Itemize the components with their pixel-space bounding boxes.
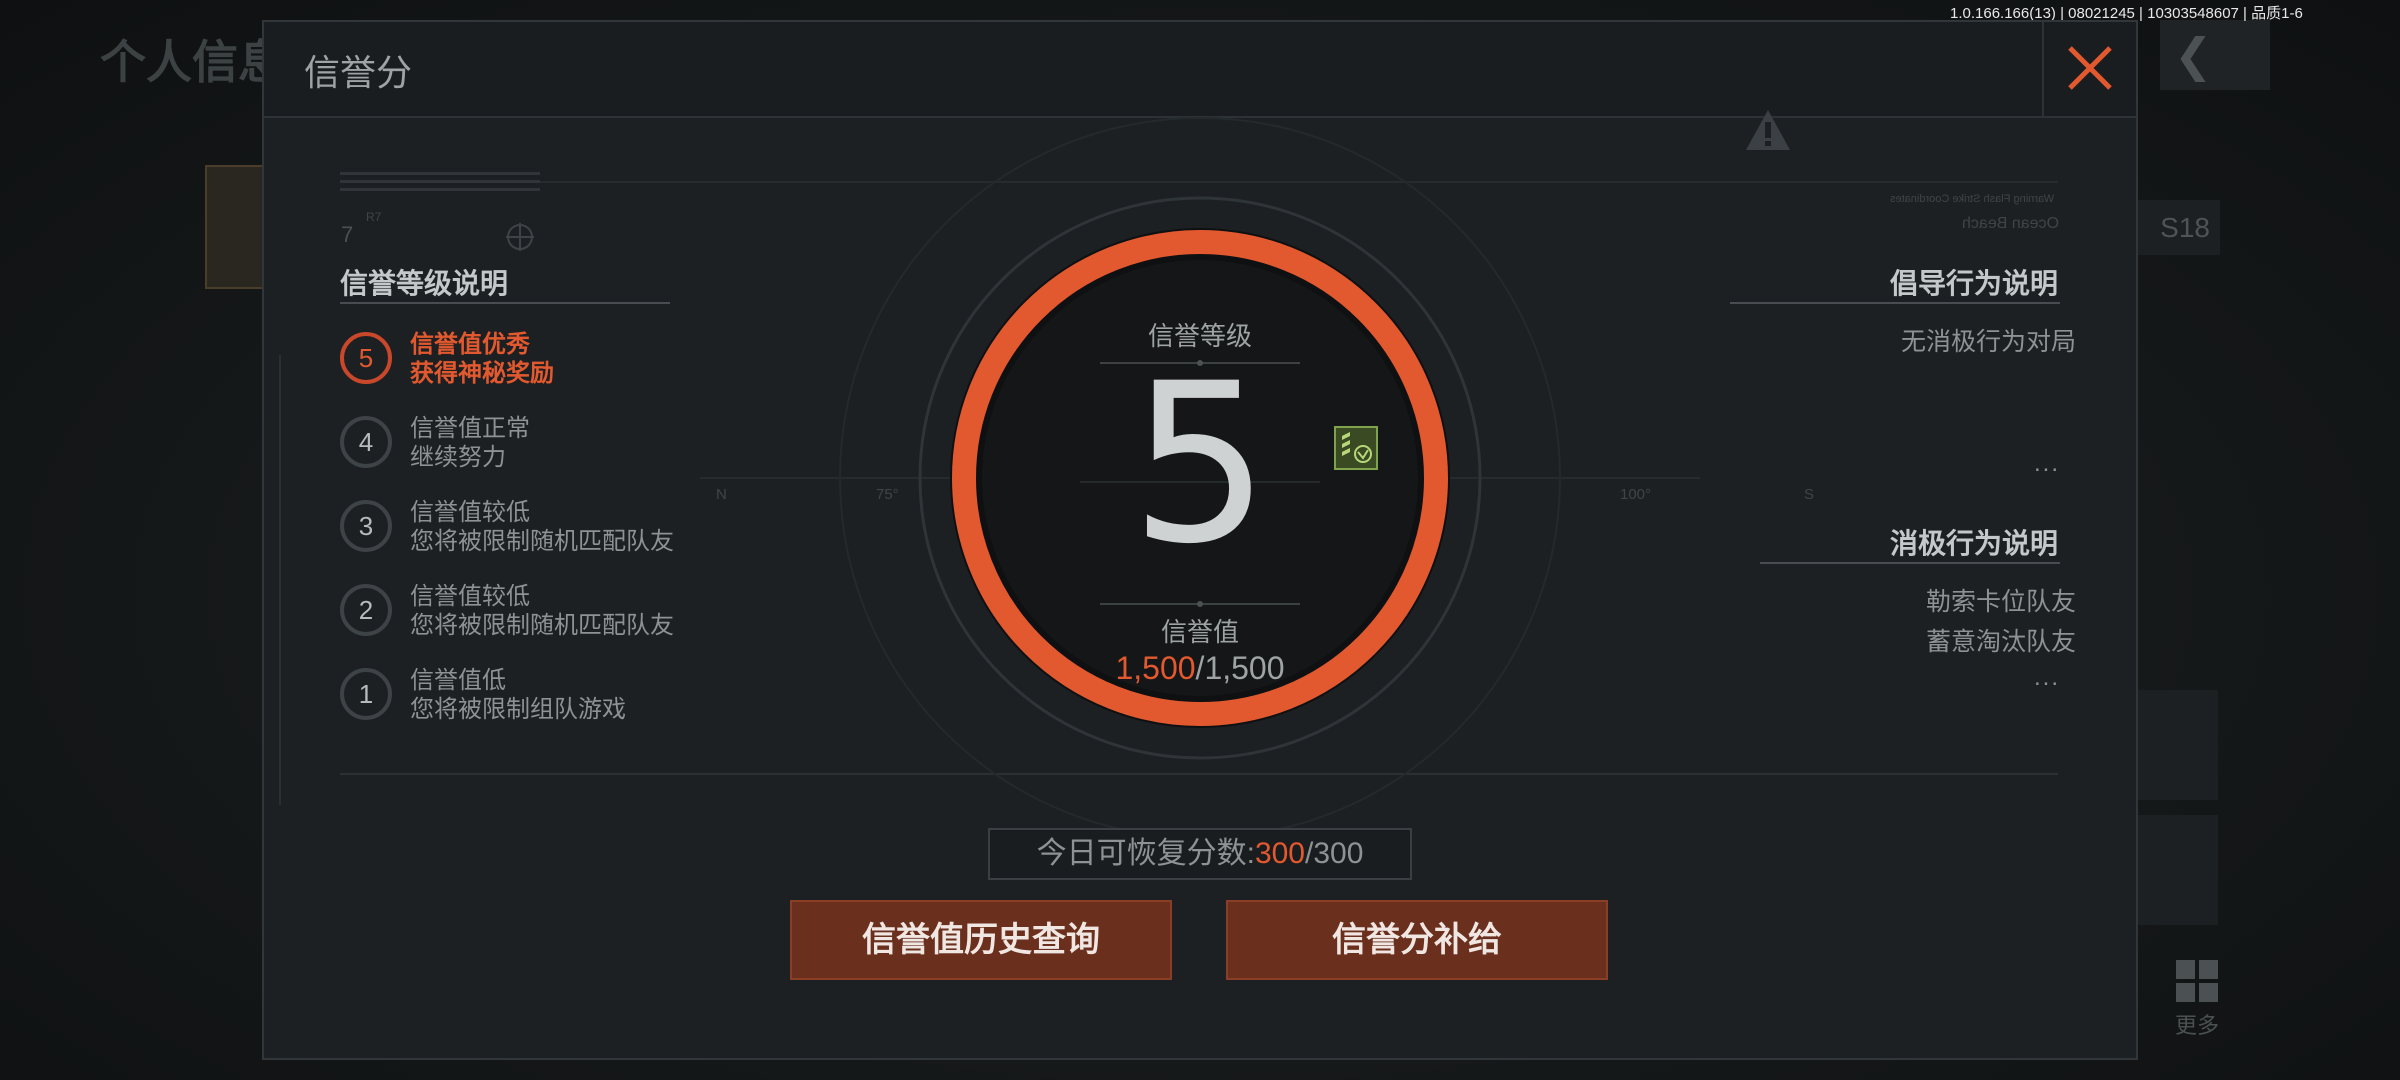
compass-75: 75° [876,486,899,503]
level-number-badge: 5 [340,332,392,384]
recovery-max: /300 [1305,837,1364,870]
levels-heading: 信誉等级说明 [340,268,509,299]
score-value: 1,500/1,500 [950,650,1450,687]
level-detail: 您将被限制组队游戏 [410,696,626,723]
level-item-1: 1 信誉值低 您将被限制组队游戏 [340,666,740,728]
negative-item: 蓄意淘汰队友 [1925,628,2076,656]
score-label: 信誉值 [1160,617,1239,647]
hud-tiny-number: 7 [341,222,354,247]
level-item-2: 2 信誉值较低 您将被限制随机匹配队友 [340,582,740,644]
compass-100: 100° [1620,486,1652,503]
level-title: 信誉值低 [410,667,506,694]
negative-heading: 消极行为说明 [1889,528,2058,559]
level-detail: 获得神秘奖励 [410,360,554,387]
negative-heading-rule [1760,562,2060,564]
credit-history-button[interactable]: 信誉值历史查询 [790,900,1172,980]
hud-tiny-right: Warning Flash Strike Coordinates [1890,193,2055,205]
level-item-5: 5 信誉值优秀 获得神秘奖励 [340,330,740,392]
daily-recovery-counter: 今日可恢复分数:300/300 [988,828,1412,880]
recovery-label: 今日可恢复分数: [1036,837,1255,870]
compass-s: S [1804,486,1815,503]
negative-item: 勒索卡位队友 [1925,588,2076,616]
level-detail: 您将被限制随机匹配队友 [410,528,674,555]
hud-tiny-label: R7 [366,210,382,224]
level-description: 信誉值正常 继续努力 [410,414,530,472]
level-item-4: 4 信誉值正常 继续努力 [340,414,740,476]
positive-heading: 倡导行为说明 [1889,268,2058,299]
warning-icon [1746,110,1790,150]
levels-heading-rule [340,302,670,304]
credit-supply-button[interactable]: 信誉分补给 [1226,900,1608,980]
level-title: 信誉值较低 [410,499,530,526]
level-item-3: 3 信誉值较低 您将被限制随机匹配队友 [340,498,740,560]
level-description: 信誉值较低 您将被限制随机匹配队友 [410,582,674,640]
positive-more[interactable]: ... [2034,450,2060,478]
level-description: 信誉值优秀 获得神秘奖励 [410,330,554,388]
credit-gauge: 信誉等级 5 信誉值 1,500/1,500 [950,228,1450,728]
level-number-badge: 2 [340,584,392,636]
level-description: 信誉值较低 您将被限制随机匹配队友 [410,498,674,556]
level-description: 信誉值低 您将被限制组队游戏 [410,666,626,724]
level-detail: 继续努力 [410,444,506,471]
level-title: 信誉值较低 [410,583,530,610]
negative-more[interactable]: ... [2034,664,2060,692]
level-title: 信誉值正常 [410,415,530,442]
score-max: /1,500 [1195,650,1285,686]
score-current: 1,500 [1115,650,1196,686]
level-title: 信誉值优秀 [410,331,530,358]
hud-tiny-right2: Ocean Beach [1962,215,2059,232]
rank-badge-icon [1334,426,1378,470]
level-number-badge: 4 [340,416,392,468]
recovery-current: 300 [1254,837,1305,870]
level-number-badge: 1 [340,668,392,720]
positive-heading-rule [1730,302,2060,304]
positive-item: 无消极行为对局 [1900,328,2076,356]
level-number-badge: 3 [340,500,392,552]
level-detail: 您将被限制随机匹配队友 [410,612,674,639]
